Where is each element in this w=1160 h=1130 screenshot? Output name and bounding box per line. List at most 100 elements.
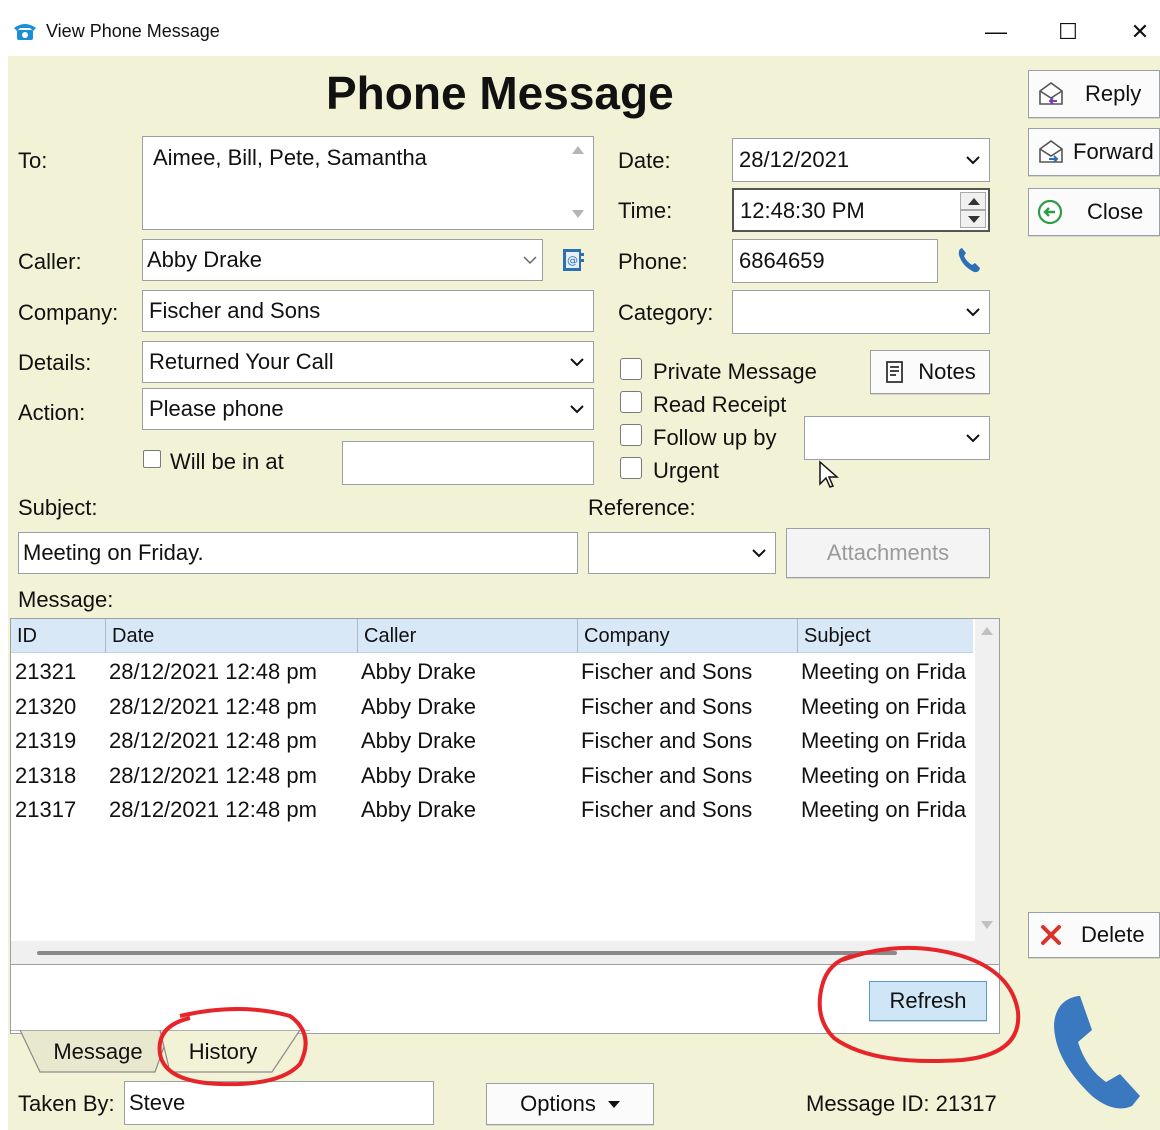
mouse-cursor-icon	[819, 460, 839, 488]
delete-button[interactable]: Delete	[1028, 912, 1160, 958]
list-rows: 21321 28/12/2021 12:48 pm Abby Drake Fische…	[11, 655, 973, 935]
vertical-scrollbar[interactable]	[975, 619, 999, 941]
notes-button[interactable]: Notes	[870, 350, 990, 394]
table-row[interactable]: 21321 28/12/2021 12:48 pm Abby Drake Fische…	[11, 655, 973, 689]
scroll-down-icon	[981, 921, 993, 929]
history-tab-annotation	[157, 1007, 308, 1087]
reply-button[interactable]: Reply	[1028, 70, 1160, 118]
address-book-icon[interactable]: @	[560, 247, 586, 273]
cell-subject: Meeting on Frida	[801, 728, 967, 754]
options-button[interactable]: Options	[486, 1083, 654, 1125]
action-label: Action:	[18, 400, 86, 425]
notes-label: Notes	[918, 359, 976, 384]
svg-text:@: @	[567, 254, 578, 267]
date-picker[interactable]: 28/12/2021	[732, 138, 990, 182]
taken-by-label: Taken By:	[18, 1091, 115, 1116]
chevron-down-icon	[570, 405, 584, 414]
chevron-down-icon	[570, 358, 584, 367]
to-scrollbar[interactable]	[568, 140, 588, 224]
date-label: Date:	[618, 148, 671, 173]
company-input[interactable]: Fischer and Sons	[142, 290, 594, 332]
tab-message[interactable]: Message	[36, 1030, 160, 1074]
forward-button[interactable]: Forward	[1028, 128, 1160, 176]
spin-up-button[interactable]	[960, 192, 986, 210]
date-value: 28/12/2021	[739, 147, 850, 172]
close-label: Close	[1087, 199, 1144, 224]
will-be-in-checkbox[interactable]	[143, 450, 161, 468]
details-label: Details:	[18, 350, 92, 375]
refresh-button-annotation	[817, 945, 1021, 1064]
cell-date: 28/12/2021 12:48 pm	[109, 797, 317, 823]
table-row[interactable]: 21320 28/12/2021 12:48 pm Abby Drake Fische…	[11, 690, 973, 724]
chevron-down-icon	[966, 434, 980, 443]
urgent-checkbox[interactable]	[620, 457, 642, 479]
to-label: To:	[18, 148, 48, 173]
column-header-id[interactable]: ID	[11, 619, 105, 653]
cell-caller: Abby Drake	[361, 693, 476, 719]
delete-x-icon	[1041, 925, 1061, 945]
close-button[interactable]: Close	[1028, 188, 1160, 236]
column-header-company[interactable]: Company	[577, 619, 797, 653]
window-close-button[interactable]: ✕	[1120, 14, 1160, 50]
spin-down-button[interactable]	[960, 210, 986, 228]
read-receipt-checkbox[interactable]	[620, 391, 642, 413]
caller-dropdown-button[interactable]	[517, 239, 543, 281]
action-select[interactable]: Please phone	[142, 388, 594, 430]
table-row[interactable]: 21319 28/12/2021 12:48 pm Abby Drake Fische…	[11, 724, 973, 758]
details-select[interactable]: Returned Your Call	[142, 341, 594, 383]
column-header-date[interactable]: Date	[105, 619, 357, 653]
cell-date: 28/12/2021 12:48 pm	[109, 693, 317, 719]
phone-input[interactable]: 6864659	[732, 239, 938, 283]
horizontal-scroll-thumb[interactable]	[37, 951, 897, 955]
table-row[interactable]: 21318 28/12/2021 12:48 pm Abby Drake Fische…	[11, 759, 973, 793]
private-message-checkbox[interactable]	[620, 358, 642, 380]
time-input[interactable]: 12:48:30 PM	[732, 188, 990, 232]
cell-company: Fischer and Sons	[581, 693, 753, 719]
cell-id: 21317	[15, 797, 77, 823]
category-select[interactable]	[732, 290, 990, 334]
company-label: Company:	[18, 300, 119, 325]
subject-input[interactable]: Meeting on Friday.	[18, 532, 578, 574]
dropdown-caret-icon	[607, 1100, 620, 1108]
cell-subject: Meeting on Frida	[801, 659, 967, 684]
read-receipt-label: Read Receipt	[653, 392, 787, 417]
attachments-button[interactable]: Attachments	[786, 528, 990, 578]
subject-label: Subject:	[18, 495, 98, 520]
cell-caller: Abby Drake	[361, 659, 476, 684]
cell-caller: Abby Drake	[361, 797, 476, 823]
cell-company: Fischer and Sons	[581, 797, 753, 823]
page-title: Phone Message	[326, 67, 674, 119]
message-id-text: Message ID: 21317	[806, 1091, 997, 1116]
private-message-label: Private Message	[653, 359, 817, 384]
cell-caller: Abby Drake	[361, 762, 476, 788]
table-row[interactable]: 21317 28/12/2021 12:48 pm Abby Drake Fische…	[11, 793, 973, 827]
phone-dial-icon[interactable]	[956, 246, 982, 274]
cell-subject: Meeting on Frida	[801, 797, 967, 823]
to-field[interactable]: Aimee, Bill, Pete, Samantha	[142, 136, 594, 230]
delete-label: Delete	[1081, 922, 1145, 947]
will-be-in-input[interactable]	[342, 441, 594, 485]
cell-company: Fischer and Sons	[581, 659, 753, 684]
caller-input[interactable]: Abby Drake	[142, 239, 518, 281]
maximize-button[interactable]: ☐	[1048, 14, 1088, 50]
time-spinner[interactable]	[960, 192, 986, 228]
column-header-subject[interactable]: Subject	[797, 619, 973, 653]
reference-select[interactable]	[588, 532, 776, 574]
large-phone-icon	[1054, 996, 1140, 1109]
follow-up-checkbox[interactable]	[620, 424, 642, 446]
list-header: ID Date Caller Company Subject	[11, 619, 973, 653]
column-header-caller[interactable]: Caller	[357, 619, 577, 653]
subject-value: Meeting on Friday.	[23, 540, 204, 565]
scroll-up-icon	[981, 627, 993, 635]
follow-up-select[interactable]	[804, 416, 990, 460]
forward-icon	[1039, 140, 1063, 163]
telephone-app-icon	[14, 24, 36, 40]
chevron-down-icon	[966, 156, 980, 165]
minimize-button[interactable]: —	[976, 14, 1016, 50]
phone-value: 6864659	[739, 248, 825, 273]
attachments-label: Attachments	[826, 540, 950, 565]
caller-value: Abby Drake	[147, 247, 262, 272]
category-label: Category:	[618, 300, 714, 325]
cell-caller: Abby Drake	[361, 728, 476, 754]
caret-down-icon	[968, 216, 980, 223]
